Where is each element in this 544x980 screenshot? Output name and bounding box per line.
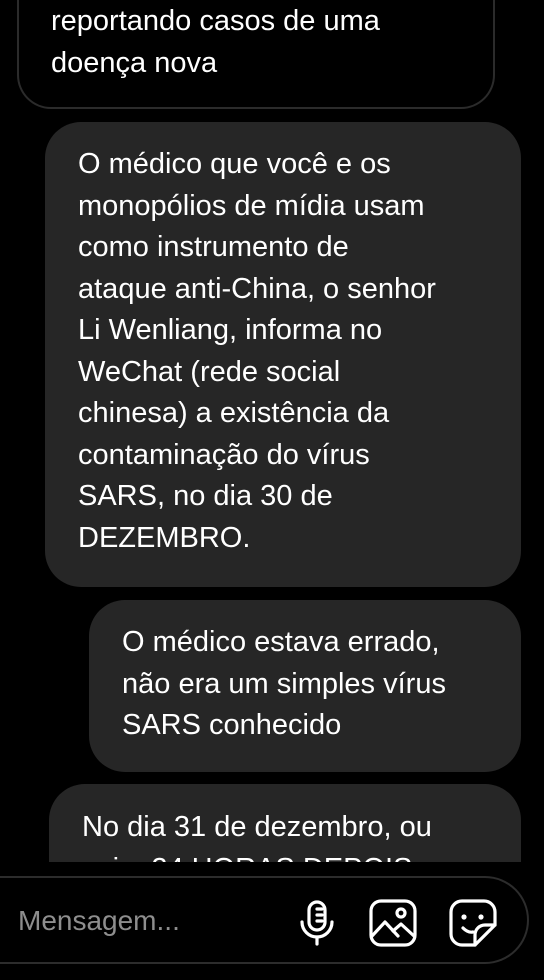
message-bubble-sent[interactable]: O médico que você e os monopólios de míd…: [45, 122, 521, 587]
message-bubble-sent[interactable]: No dia 31 de dezembro, ou seja, 24 HORAS…: [49, 784, 521, 862]
message-bubble-received[interactable]: reportando casos de uma doença nova: [17, 0, 495, 109]
message-composer: [0, 876, 529, 964]
microphone-icon[interactable]: [292, 898, 342, 948]
message-bubble-sent[interactable]: O médico estava errado, não era um simpl…: [89, 600, 521, 772]
message-input[interactable]: [18, 904, 268, 938]
chat-thread: reportando casos de uma doença nova O mé…: [0, 0, 544, 862]
photo-gallery-icon[interactable]: [368, 898, 418, 948]
sticker-icon[interactable]: [448, 898, 498, 948]
